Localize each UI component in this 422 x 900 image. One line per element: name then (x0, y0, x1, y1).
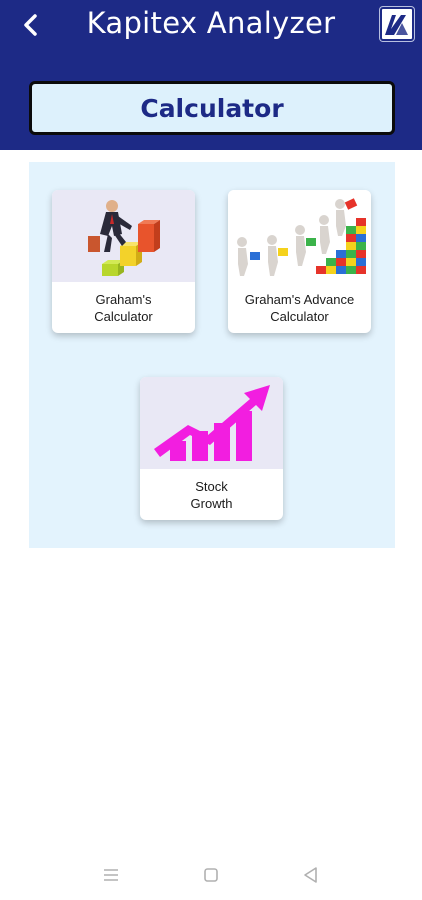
app-title: Kapitex Analyzer (86, 6, 336, 40)
team-building-blocks-icon (228, 190, 371, 282)
card-label: Graham's Calculator (56, 291, 191, 325)
stock-growth-card[interactable]: Stock Growth (140, 377, 283, 520)
card-label-line1: Stock (195, 479, 228, 494)
card-label: Graham's Advance Calculator (232, 291, 367, 325)
card-label-line2: Calculator (94, 309, 153, 324)
app-header: Kapitex Analyzer Calculator (0, 0, 422, 150)
menu-icon[interactable] (101, 865, 121, 885)
section-title: Calculator (140, 93, 284, 123)
app-logo-icon[interactable] (380, 7, 414, 41)
card-label: Stock Growth (144, 478, 279, 512)
card-label-line2: Growth (190, 496, 233, 511)
calculator-panel: Graham's Calculator Graham's Advance Cal… (29, 162, 395, 548)
card-label-line1: Graham's (95, 292, 152, 307)
card-label-line1: Graham's Advance (244, 292, 355, 307)
businessman-stairs-icon (52, 190, 195, 282)
grahams-advance-calculator-card[interactable]: Graham's Advance Calculator (228, 190, 371, 333)
system-navigation-bar (0, 848, 422, 900)
growth-chart-icon (140, 377, 283, 469)
home-square-icon[interactable] (201, 865, 221, 885)
grahams-calculator-card[interactable]: Graham's Calculator (52, 190, 195, 333)
back-triangle-icon[interactable] (301, 865, 321, 885)
section-title-box: Calculator (29, 81, 395, 135)
card-label-line2: Calculator (270, 309, 329, 324)
